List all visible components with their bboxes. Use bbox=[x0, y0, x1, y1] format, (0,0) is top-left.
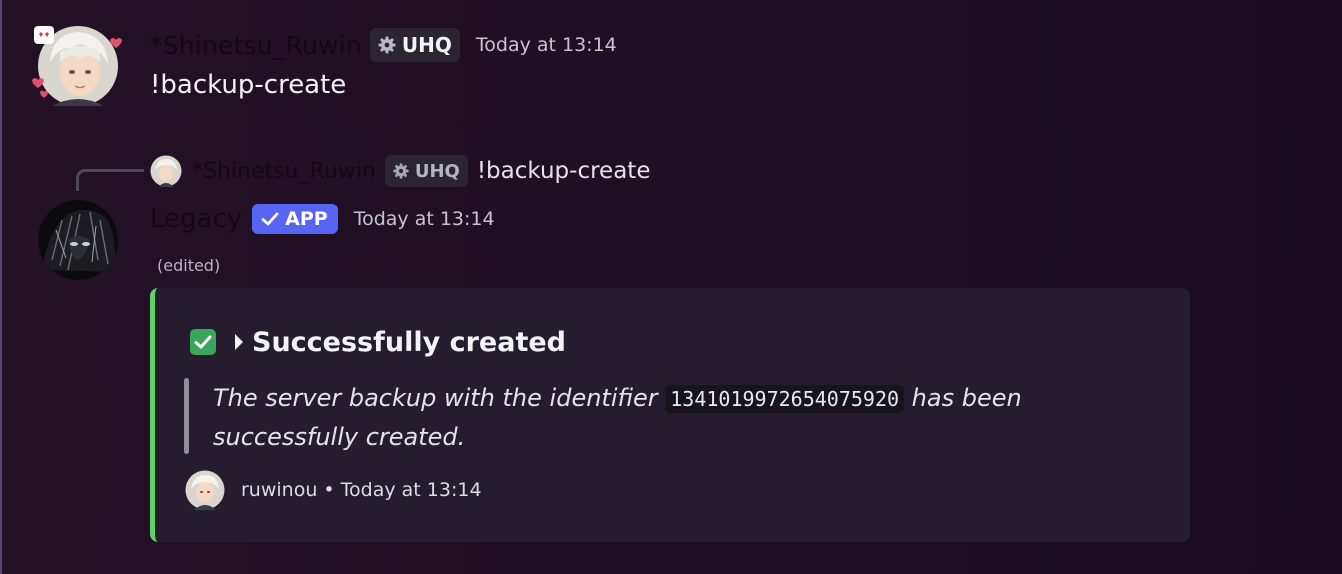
embed-title-text: Successfully created bbox=[252, 326, 567, 358]
footer-avatar bbox=[185, 470, 225, 510]
message-content: !backup-create bbox=[150, 70, 347, 100]
reply-connector bbox=[76, 169, 144, 191]
embed: Successfully created The server backup w… bbox=[150, 288, 1190, 542]
bot-username[interactable]: Legacy bbox=[150, 204, 242, 234]
timestamp[interactable]: Today at 13:14 bbox=[476, 34, 617, 56]
reply-reference[interactable]: *Shinetsu_Ruwin UHQ !backup-create bbox=[150, 153, 650, 189]
app-badge-label: APP bbox=[285, 208, 328, 230]
embed-footer: ruwinou • Today at 13:14 bbox=[185, 470, 482, 510]
reply-guild-tag: UHQ bbox=[384, 155, 468, 187]
embed-description: The server backup with the identifier 13… bbox=[213, 379, 1113, 456]
check-box-icon bbox=[190, 329, 216, 355]
guild-tag[interactable]: UHQ bbox=[369, 28, 460, 62]
message-header: *Shinetsu_Ruwin UHQ Today at 13:14 bbox=[150, 26, 617, 64]
reply-guild-tag-label: UHQ bbox=[414, 160, 460, 182]
blockquote-bar bbox=[184, 378, 189, 454]
username[interactable]: *Shinetsu_Ruwin bbox=[150, 31, 362, 60]
reply-content: !backup-create bbox=[476, 158, 651, 184]
checkmark-icon bbox=[261, 212, 279, 226]
window-edge bbox=[0, 0, 2, 574]
timestamp[interactable]: Today at 13:14 bbox=[354, 208, 495, 230]
gear-icon bbox=[393, 163, 409, 179]
avatar-shinetsu[interactable] bbox=[30, 22, 122, 108]
caret-right-icon bbox=[235, 334, 243, 350]
gear-icon bbox=[378, 36, 396, 54]
reply-username: *Shinetsu_Ruwin bbox=[192, 158, 376, 184]
avatar-legacy[interactable] bbox=[38, 200, 118, 280]
backup-identifier: 1341019972654075920 bbox=[665, 385, 905, 413]
message-header: Legacy APP Today at 13:14 bbox=[150, 200, 495, 238]
edited-label[interactable]: (edited) bbox=[157, 256, 220, 275]
description-text: The server backup with the identifier bbox=[213, 384, 666, 412]
embed-footer-text: ruwinou • Today at 13:14 bbox=[241, 479, 482, 501]
app-badge: APP bbox=[252, 204, 338, 234]
guild-tag-label: UHQ bbox=[401, 33, 452, 57]
reply-avatar bbox=[150, 155, 182, 187]
embed-title: Successfully created bbox=[190, 325, 566, 359]
